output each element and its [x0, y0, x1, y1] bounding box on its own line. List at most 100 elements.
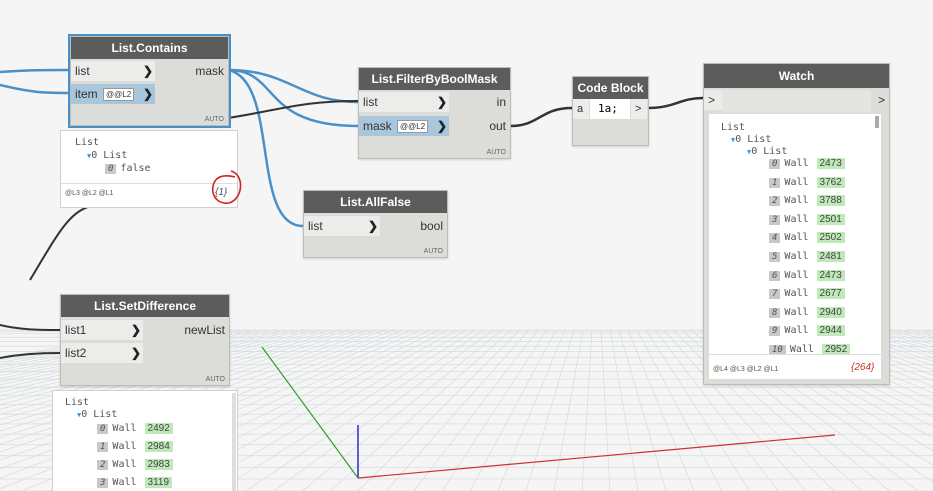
node-list-contains[interactable]: List.Contains list ❯ item @@L2 ❯ mask AUTO	[68, 34, 231, 128]
port-newlist[interactable]: newList	[169, 320, 229, 340]
port-list2[interactable]: list2 ❯	[61, 343, 143, 363]
item-index: 3	[97, 478, 109, 488]
list-item: 8 Wall 2940	[769, 306, 845, 318]
item-type: Wall	[784, 306, 809, 318]
scrollbar[interactable]	[875, 116, 879, 128]
chevron-right-icon: ❯	[436, 119, 447, 133]
port-list[interactable]: list ❯	[359, 92, 449, 112]
list-item: 1 Wall 2984	[97, 441, 173, 452]
level-labels: @L3 @L2 @L1	[65, 190, 114, 197]
list-item: 7 Wall 2677	[769, 288, 845, 300]
item-index: 8	[769, 307, 781, 318]
list-item: 5 Wall 2481	[769, 251, 845, 262]
item-count: {264}	[851, 362, 875, 373]
code-editor[interactable]: 1a;	[590, 99, 630, 119]
tree-root: List	[75, 137, 100, 148]
item-type: Wall	[784, 195, 809, 207]
list-item: 2 Wall 3788	[769, 195, 845, 207]
item-value: 3119	[144, 477, 173, 488]
watch-output-panel[interactable]: List ▼0 List ▼0 List 0 Wall 2473 1 Wall 3762 2…	[709, 114, 881, 379]
chevron-right-icon: ❯	[130, 346, 141, 360]
level-labels: @L4 @L3 @L2 @L1	[713, 366, 779, 373]
item-value: 2502	[816, 232, 845, 244]
item-index: 0	[97, 424, 109, 434]
item-index: 5	[769, 252, 781, 262]
tree-sublist[interactable]: ▼0 List	[731, 134, 771, 145]
port-output[interactable]: >	[631, 99, 647, 119]
item-type: Wall	[784, 251, 809, 262]
preview-bubble-setdifference[interactable]: List ▼0 List 0 Wall 2492 1 Wall 2984 2 Wall 2983…	[52, 390, 238, 491]
chevron-right-icon: ❯	[142, 87, 153, 101]
node-watch[interactable]: Watch > > List ▼0 List ▼0 List 0 Wall 2473…	[703, 63, 890, 385]
item-index: 3	[769, 214, 781, 225]
port-output[interactable]: >	[871, 90, 889, 110]
graph-canvas[interactable]: List.Contains list ❯ item @@L2 ❯ mask AUTO …	[0, 0, 933, 491]
item-type: Wall	[784, 269, 809, 281]
tree-sublist[interactable]: ▼0 List	[747, 146, 787, 157]
lacing-label: AUTO	[423, 248, 443, 255]
list-item: 0 Wall 2492	[97, 423, 173, 434]
item-type: Wall	[112, 477, 137, 488]
item-type: Wall	[784, 176, 809, 188]
node-title[interactable]: Watch	[704, 64, 889, 88]
port-list[interactable]: list ❯	[71, 61, 155, 81]
node-title[interactable]: List.FilterByBoolMask	[359, 68, 510, 90]
item-type: Wall	[112, 459, 137, 470]
tree-sublist[interactable]: ▼0 List	[87, 150, 127, 161]
level-selector[interactable]: @@L2	[397, 120, 429, 133]
chevron-right-icon: ❯	[367, 219, 378, 233]
item-value: 2492	[144, 423, 173, 434]
port-bool[interactable]: bool	[407, 216, 447, 236]
preview-bubble-contains: List ▼0 List 0 false @L3 @L2 @L1 {1}	[60, 130, 242, 208]
item-type: Wall	[112, 423, 137, 434]
tree-root: List	[65, 397, 90, 408]
port-mask[interactable]: mask @@L2 ❯	[359, 116, 449, 136]
node-title[interactable]: List.SetDifference	[61, 295, 229, 317]
lacing-label: AUTO	[486, 149, 506, 156]
node-title[interactable]: List.AllFalse	[304, 191, 447, 213]
item-index: 7	[769, 289, 781, 300]
item-index: 6	[769, 270, 781, 281]
port-list[interactable]: list ❯	[304, 216, 380, 236]
port-item[interactable]: item @@L2 ❯	[71, 84, 155, 104]
item-value: 2984	[144, 441, 173, 452]
port-input[interactable]: >	[704, 90, 722, 110]
item-value: 2481	[816, 251, 845, 262]
red-annotation-circle	[211, 170, 242, 204]
port-mask[interactable]: mask	[168, 61, 228, 81]
list-item: 3 Wall 3119	[97, 477, 173, 488]
port-list1[interactable]: list1 ❯	[61, 320, 143, 340]
level-selector[interactable]: @@L2	[103, 88, 135, 101]
list-item: 6 Wall 2473	[769, 269, 845, 281]
item-index: 1	[97, 442, 109, 452]
scrollbar[interactable]	[232, 393, 236, 491]
node-filter-by-bool-mask[interactable]: List.FilterByBoolMask list ❯ mask @@L2 ❯ in…	[358, 67, 511, 159]
node-title[interactable]: List.Contains	[71, 37, 228, 59]
tree-sublist[interactable]: ▼0 List	[77, 409, 117, 420]
item-value: 2473	[816, 158, 845, 169]
item-type: Wall	[784, 232, 809, 244]
port-out-output[interactable]: out	[470, 116, 510, 136]
node-title[interactable]: Code Block	[573, 77, 648, 99]
item-index: 4	[769, 233, 781, 244]
item-value: 2501	[816, 213, 845, 225]
item-index: 0	[769, 159, 781, 169]
port-in-output[interactable]: in	[470, 92, 510, 112]
item-value: 2983	[144, 459, 173, 470]
list-item: 3 Wall 2501	[769, 213, 845, 225]
item-value: 2940	[816, 306, 845, 318]
list-item: 2 Wall 2983	[97, 459, 173, 470]
item-value: 2677	[816, 288, 845, 300]
node-list-setdifference[interactable]: List.SetDifference list1 ❯ list2 ❯ newList…	[60, 294, 230, 386]
list-item: 0 Wall 2473	[769, 158, 845, 169]
port-a[interactable]: a	[573, 99, 589, 119]
list-item: 4 Wall 2502	[769, 232, 845, 244]
lacing-label: AUTO	[204, 116, 224, 123]
chevron-right-icon: ❯	[130, 323, 141, 337]
node-code-block[interactable]: Code Block a 1a; >	[572, 76, 649, 146]
lacing-label: AUTO	[205, 376, 225, 383]
item-value: 3788	[816, 195, 845, 207]
item-value: 2944	[816, 325, 845, 337]
node-list-allfalse[interactable]: List.AllFalse list ❯ bool AUTO	[303, 190, 448, 258]
item-index: 1	[769, 177, 781, 188]
